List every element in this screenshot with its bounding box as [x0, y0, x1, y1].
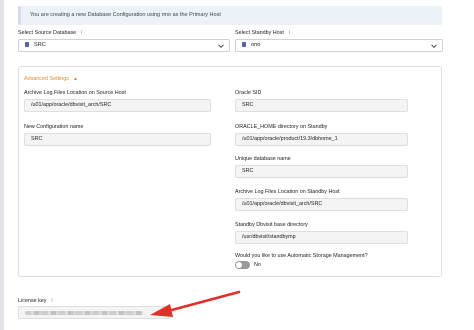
annotation-arrow — [150, 290, 241, 317]
